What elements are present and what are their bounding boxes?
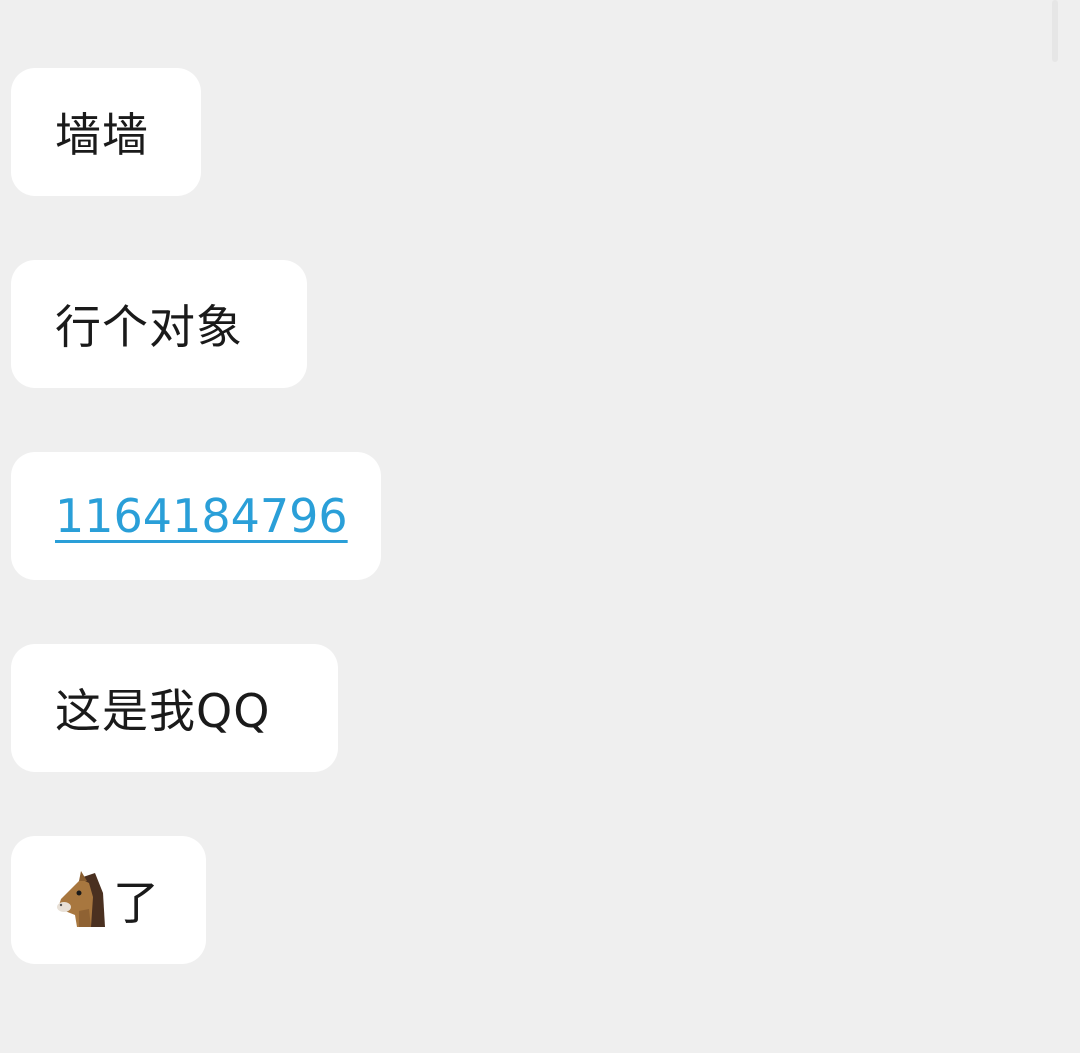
message-text: 墙墙 bbox=[55, 108, 149, 162]
message-bubble[interactable]: 行个对象 bbox=[11, 260, 307, 388]
qq-number-link[interactable]: 1164184796 bbox=[55, 489, 348, 543]
message-text: 这是我QQ bbox=[55, 684, 271, 738]
message-bubble[interactable]: 墙墙 bbox=[11, 68, 201, 196]
message-bubble[interactable]: 1164184796 bbox=[11, 452, 381, 580]
message-text: 了 bbox=[113, 876, 160, 930]
message-bubble[interactable]: 这是我QQ bbox=[11, 644, 338, 772]
chat-message-list: 墙墙 行个对象 1164184796 这是我QQ 了 bbox=[0, 0, 1080, 1053]
horse-emoji-icon bbox=[55, 871, 111, 929]
message-text: 行个对象 bbox=[55, 300, 243, 354]
message-bubble[interactable]: 了 bbox=[11, 836, 206, 964]
scroll-indicator[interactable] bbox=[1052, 0, 1058, 62]
